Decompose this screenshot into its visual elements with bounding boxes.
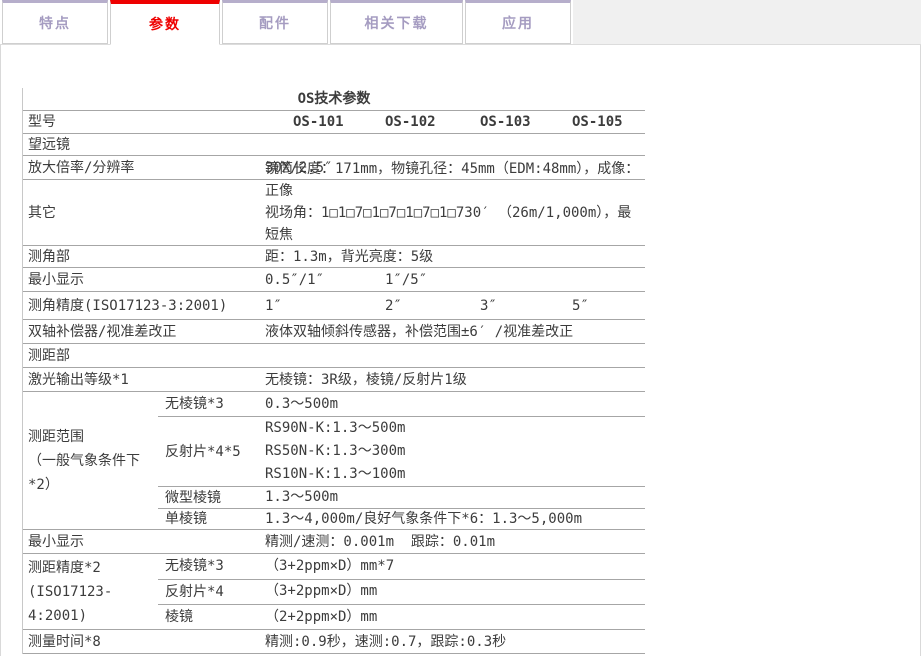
subrow-label: 棱镜 (158, 605, 265, 629)
group-body: 无棱镜*3 0.3〜500m 反射片*4*5 RS90N-K:1.3〜500m … (158, 392, 645, 529)
group-row-range: 测距范围 （一般气象条件下*2） 无棱镜*3 0.3〜500m 反射片*4*5 … (23, 392, 645, 530)
accuracy-prism-value: （2+2ppm×D）mm (265, 606, 645, 629)
section-row-distance: 测距部 (23, 344, 645, 368)
row-value: 无棱镜：3R级，棱镜/反射片1级 (265, 368, 645, 391)
tab-parameters-label: 参数 (149, 14, 181, 34)
row-value: 精测/速测：0.001m 跟踪：0.01m (265, 530, 645, 553)
subrow-label: 单棱镜 (158, 509, 265, 529)
subrow-value: 1.3〜4,000m/良好气象条件下*6：1.3〜5,000m (265, 509, 645, 529)
row-label: 型号 (23, 111, 265, 133)
model-os105: OS-105 (572, 115, 645, 129)
subrow-single-prism: 单棱镜 1.3〜4,000m/良好气象条件下*6：1.3〜5,000m (158, 509, 645, 529)
table-title: OS技术参数 (23, 88, 645, 111)
tab-downloads[interactable]: 相关下载 (330, 0, 463, 44)
table-row-laser-class: 激光输出等级*1 无棱镜：3R级，棱镜/反射片1级 (23, 368, 645, 392)
subrow-label: 反射片*4 (158, 580, 265, 605)
row-label: 其它 (23, 180, 265, 245)
subrow-reflective-sheet: 反射片*4*5 RS90N-K:1.3〜500m RS50N-K:1.3〜300… (158, 417, 645, 487)
table-row-angle-min-display: 最小显示 0.5″/1″ 1″/5″ (23, 268, 645, 292)
angle-accuracy-v2: 2″ (385, 299, 480, 313)
table-row-compensator: 双轴补偿器/视准差改正 液体双轴倾斜传感器，补偿范围±6′ /视准差改正 (23, 320, 645, 344)
tab-applications[interactable]: 应用 (465, 0, 571, 44)
range-mini-prism-value: 1.3〜500m (265, 486, 645, 509)
angle-min-display-v1: 0.5″/1″ (265, 273, 385, 287)
table-row-angle-accuracy: 测角精度(ISO17123-3:2001) 1″ 2″ 3″ 5″ (23, 292, 645, 320)
table-row-dist-min-display: 最小显示 精测/速测：0.001m 跟踪：0.01m (23, 530, 645, 554)
subrow-label: 无棱镜*3 (158, 554, 265, 579)
tab-bar-filler (573, 0, 921, 44)
row-label: 最小显示 (23, 268, 265, 291)
accuracy-reflectorless-value: （3+2ppm×D）mm*7 (265, 555, 645, 578)
table-row-other: 其它 镜筒长度：171mm，物镜孔径：45mm（EDM:48mm），成像：正像 … (23, 180, 645, 246)
row-label: 最小显示 (23, 530, 265, 553)
subrow-reflectorless: 无棱镜*3 0.3〜500m (158, 392, 645, 417)
angle-min-display-v2: 1″/5″ (385, 273, 480, 287)
spec-table: OS技术参数 型号 OS-101 OS-102 OS-103 OS-105 望远… (22, 88, 645, 654)
tab-features[interactable]: 特点 (2, 0, 108, 44)
section-label: 测角部 (23, 246, 265, 267)
subrow-prism: 棱镜 （2+2ppm×D）mm (158, 605, 645, 629)
other-line-2: 视场角：1□1□7□1□7□1□7□1□730′ （26m/1,000m），最短… (265, 202, 645, 246)
subrow-value: 0.3〜500m (265, 392, 645, 416)
range-label-line2: （一般气象条件下*2） (28, 449, 158, 497)
table-row-model: 型号 OS-101 OS-102 OS-103 OS-105 (23, 111, 645, 134)
other-line-1: 镜筒长度：171mm，物镜孔径：45mm（EDM:48mm），成像：正像 (265, 158, 645, 202)
group-label: 测距范围 （一般气象条件下*2） (23, 392, 158, 529)
tab-bar: 特点 参数 配件 相关下载 应用 (0, 0, 921, 45)
row-value: 精测:0.9秒，速测:0.7，跟踪:0.3秒 (265, 630, 645, 653)
subrow-value: 1.3〜500m (265, 487, 645, 508)
subrow-value: （3+2ppm×D）mm*7 (265, 554, 645, 579)
accuracy-sheet-value: （3+2ppm×D）mm (265, 580, 645, 603)
range-sheet-v3: RS10N-K:1.3〜100m (265, 463, 645, 486)
model-os101: OS-101 (265, 115, 385, 129)
subrow-value: （3+2ppm×D）mm (265, 580, 645, 605)
accuracy-label-line2: (ISO17123-4:2001) (28, 580, 158, 628)
tab-features-label: 特点 (39, 13, 71, 33)
row-label: 测角精度(ISO17123-3:2001) (23, 292, 265, 319)
tab-accessories-label: 配件 (259, 13, 291, 33)
tab-accessories[interactable]: 配件 (222, 0, 328, 44)
tab-panel-parameters: OS技术参数 型号 OS-101 OS-102 OS-103 OS-105 望远… (0, 45, 921, 656)
row-value-cells: 0.5″/1″ 1″/5″ (265, 268, 645, 291)
subrow-mini-prism: 微型棱镜 1.3〜500m (158, 487, 645, 509)
row-label: 测量时间*8 (23, 630, 265, 653)
row-label: 放大倍率/分辨率 (23, 156, 265, 179)
group-row-accuracy: 测距精度*2 (ISO17123-4:2001) 无棱镜*3 （3+2ppm×D… (23, 554, 645, 630)
subrow-reflectorless: 无棱镜*3 （3+2ppm×D）mm*7 (158, 554, 645, 580)
subrow-reflective-sheet: 反射片*4 （3+2ppm×D）mm (158, 580, 645, 606)
row-value-multiline: 镜筒长度：171mm，物镜孔径：45mm（EDM:48mm），成像：正像 视场角… (265, 180, 645, 245)
range-sheet-v1: RS90N-K:1.3〜500m (265, 417, 645, 440)
subrow-label: 微型棱镜 (158, 487, 265, 508)
model-os102: OS-102 (385, 115, 480, 129)
subrow-value-multiline: RS90N-K:1.3〜500m RS50N-K:1.3〜300m RS10N-… (265, 417, 645, 486)
other-line-3: 距：1.3m，背光亮度：5级 (265, 246, 645, 268)
angle-accuracy-v1: 1″ (265, 299, 385, 313)
angle-accuracy-v3: 3″ (480, 299, 572, 313)
row-value-cells: 1″ 2″ 3″ 5″ (265, 292, 645, 319)
range-sheet-v2: RS50N-K:1.3〜300m (265, 440, 645, 463)
section-row-telescope: 望远镜 (23, 134, 645, 156)
model-cells: OS-101 OS-102 OS-103 OS-105 (265, 111, 645, 133)
group-label: 测距精度*2 (ISO17123-4:2001) (23, 554, 158, 629)
model-os103: OS-103 (480, 115, 572, 129)
row-value: 液体双轴倾斜传感器，补偿范围±6′ /视准差改正 (265, 320, 645, 343)
range-reflectorless-value: 0.3〜500m (265, 393, 645, 416)
tab-downloads-label: 相关下载 (365, 13, 429, 33)
tab-parameters[interactable]: 参数 (110, 0, 220, 45)
accuracy-label-line1: 测距精度*2 (28, 556, 158, 580)
range-label-line1: 测距范围 (28, 425, 158, 449)
range-prism-value: 1.3〜4,000m/良好气象条件下*6：1.3〜5,000m (265, 508, 645, 531)
subrow-value: （2+2ppm×D）mm (265, 605, 645, 629)
row-label: 激光输出等级*1 (23, 368, 265, 391)
row-label: 双轴补偿器/视准差改正 (23, 320, 265, 343)
subrow-label: 无棱镜*3 (158, 392, 265, 416)
section-label: 望远镜 (23, 134, 265, 155)
table-row-time: 测量时间*8 精测:0.9秒，速测:0.7，跟踪:0.3秒 (23, 630, 645, 654)
group-body: 无棱镜*3 （3+2ppm×D）mm*7 反射片*4 （3+2ppm×D）mm … (158, 554, 645, 629)
angle-accuracy-v4: 5″ (572, 299, 645, 313)
tab-applications-label: 应用 (502, 13, 534, 33)
section-label: 测距部 (23, 344, 265, 367)
subrow-label: 反射片*4*5 (158, 417, 265, 486)
